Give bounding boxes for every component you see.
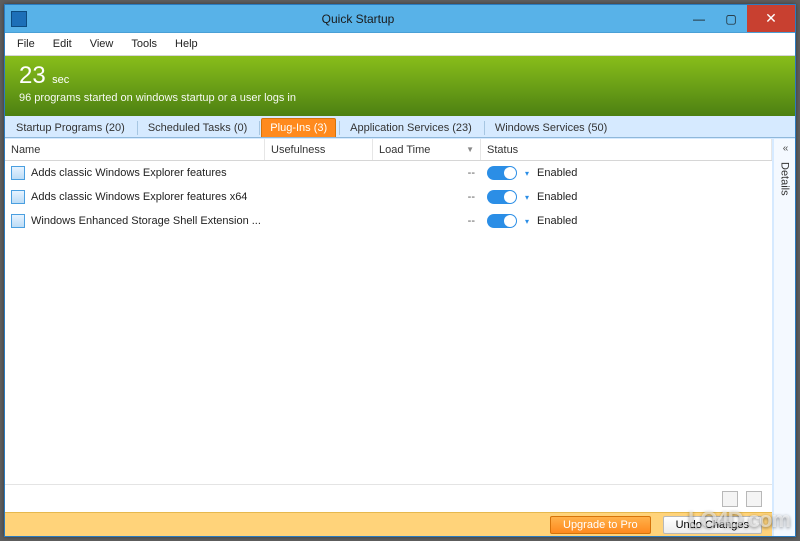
tab-separator bbox=[259, 121, 260, 135]
summary-subtext: 96 programs started on windows startup o… bbox=[19, 92, 781, 104]
list-item[interactable]: Windows Enhanced Storage Shell Extension… bbox=[5, 209, 772, 233]
column-usefulness[interactable]: Usefulness bbox=[265, 139, 373, 160]
upgrade-button[interactable]: Upgrade to Pro bbox=[550, 516, 651, 534]
window-title: Quick Startup bbox=[33, 12, 683, 26]
item-loadtime: -- bbox=[373, 191, 481, 203]
item-name: Adds classic Windows Explorer features x… bbox=[31, 191, 247, 203]
plugin-icon bbox=[11, 214, 25, 228]
item-status-label: Enabled bbox=[537, 167, 577, 179]
tab-separator bbox=[484, 121, 485, 135]
close-button[interactable]: ✕ bbox=[747, 5, 795, 32]
app-window: Quick Startup — ▢ ✕ File Edit View Tools… bbox=[4, 4, 796, 537]
startup-seconds: 23 bbox=[19, 62, 46, 89]
tab-plugins[interactable]: Plug-Ins (3) bbox=[261, 118, 336, 137]
content-body: Name Usefulness Load Time ▼ Status Adds … bbox=[5, 138, 795, 536]
list-item[interactable]: Adds classic Windows Explorer features x… bbox=[5, 185, 772, 209]
enable-toggle[interactable] bbox=[487, 214, 517, 228]
menu-tools[interactable]: Tools bbox=[123, 35, 165, 53]
item-list: Adds classic Windows Explorer features -… bbox=[5, 161, 772, 484]
action-icon-1[interactable] bbox=[722, 491, 738, 507]
column-headers: Name Usefulness Load Time ▼ Status bbox=[5, 139, 772, 161]
main-panel: Name Usefulness Load Time ▼ Status Adds … bbox=[5, 139, 773, 536]
tab-scheduled-tasks[interactable]: Scheduled Tasks (0) bbox=[139, 118, 256, 137]
menu-file[interactable]: File bbox=[9, 35, 43, 53]
tab-startup-programs[interactable]: Startup Programs (20) bbox=[7, 118, 134, 137]
list-item[interactable]: Adds classic Windows Explorer features -… bbox=[5, 161, 772, 185]
chevron-down-icon[interactable]: ▾ bbox=[525, 169, 529, 178]
chevron-down-icon[interactable]: ▾ bbox=[525, 217, 529, 226]
titlebar: Quick Startup — ▢ ✕ bbox=[5, 5, 795, 33]
item-loadtime: -- bbox=[373, 167, 481, 179]
column-name[interactable]: Name bbox=[5, 139, 265, 160]
column-loadtime[interactable]: Load Time ▼ bbox=[373, 139, 481, 160]
summary-banner: 23 sec 96 programs started on windows st… bbox=[5, 56, 795, 116]
undo-changes-button[interactable]: Undo Changes bbox=[663, 516, 762, 534]
column-loadtime-label: Load Time bbox=[379, 144, 430, 156]
menu-edit[interactable]: Edit bbox=[45, 35, 80, 53]
startup-seconds-unit: sec bbox=[52, 74, 69, 86]
item-loadtime: -- bbox=[373, 215, 481, 227]
app-icon bbox=[11, 11, 27, 27]
item-status-label: Enabled bbox=[537, 191, 577, 203]
tab-application-services[interactable]: Application Services (23) bbox=[341, 118, 481, 137]
menu-help[interactable]: Help bbox=[167, 35, 206, 53]
minimize-button[interactable]: — bbox=[683, 5, 715, 32]
toolbar-footer bbox=[5, 484, 772, 512]
tab-bar: Startup Programs (20) Scheduled Tasks (0… bbox=[5, 116, 795, 138]
details-label: Details bbox=[779, 162, 791, 196]
action-icon-2[interactable] bbox=[746, 491, 762, 507]
item-name: Windows Enhanced Storage Shell Extension… bbox=[31, 215, 261, 227]
tab-separator bbox=[339, 121, 340, 135]
maximize-button[interactable]: ▢ bbox=[715, 5, 747, 32]
enable-toggle[interactable] bbox=[487, 166, 517, 180]
column-status[interactable]: Status bbox=[481, 139, 772, 160]
chevron-down-icon[interactable]: ▾ bbox=[525, 193, 529, 202]
item-name: Adds classic Windows Explorer features bbox=[31, 167, 227, 179]
enable-toggle[interactable] bbox=[487, 190, 517, 204]
tab-windows-services[interactable]: Windows Services (50) bbox=[486, 118, 616, 137]
details-sidepanel[interactable]: « Details bbox=[773, 139, 795, 536]
window-controls: — ▢ ✕ bbox=[683, 5, 795, 32]
sort-desc-icon: ▼ bbox=[466, 145, 474, 154]
tab-separator bbox=[137, 121, 138, 135]
menu-view[interactable]: View bbox=[82, 35, 122, 53]
status-bar: Upgrade to Pro Undo Changes bbox=[5, 512, 772, 536]
item-status-label: Enabled bbox=[537, 215, 577, 227]
menu-bar: File Edit View Tools Help bbox=[5, 33, 795, 56]
plugin-icon bbox=[11, 190, 25, 204]
plugin-icon bbox=[11, 166, 25, 180]
collapse-chevrons-icon[interactable]: « bbox=[783, 143, 787, 154]
